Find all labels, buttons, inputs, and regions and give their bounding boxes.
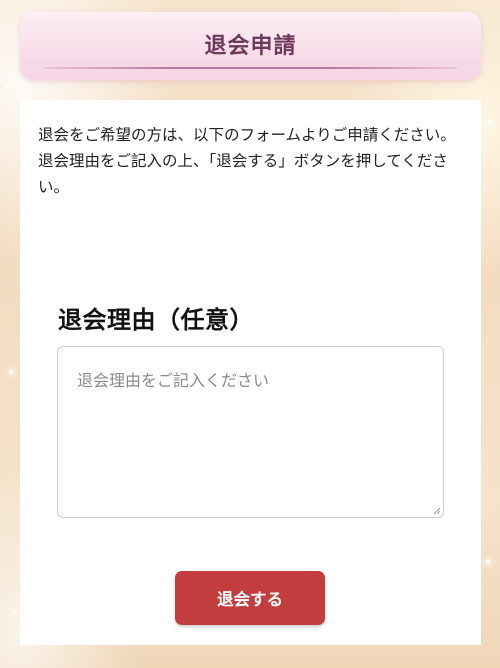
- resize-handle-icon[interactable]: [433, 507, 441, 515]
- withdraw-button[interactable]: 退会する: [175, 571, 325, 625]
- page-title: 退会申請: [204, 34, 297, 59]
- intro-text: 退会をご希望の方は、以下のフォームよりご申請ください。退会理由をご記入の上、「退…: [38, 126, 456, 196]
- background-sparkle: [6, 85, 10, 89]
- reason-textarea[interactable]: [57, 346, 444, 518]
- page-header: 退会申請: [20, 12, 481, 80]
- title-underline: [44, 67, 457, 69]
- reason-label: 退会理由（任意）: [58, 306, 254, 334]
- background-sparkle: [486, 560, 490, 564]
- withdrawal-form-panel: 退会をご希望の方は、以下のフォームよりご申請ください。退会理由をご記入の上、「退…: [20, 100, 481, 645]
- background-sparkle: [488, 120, 492, 124]
- background-sparkle: [9, 370, 13, 374]
- background-sparkle: [12, 610, 16, 614]
